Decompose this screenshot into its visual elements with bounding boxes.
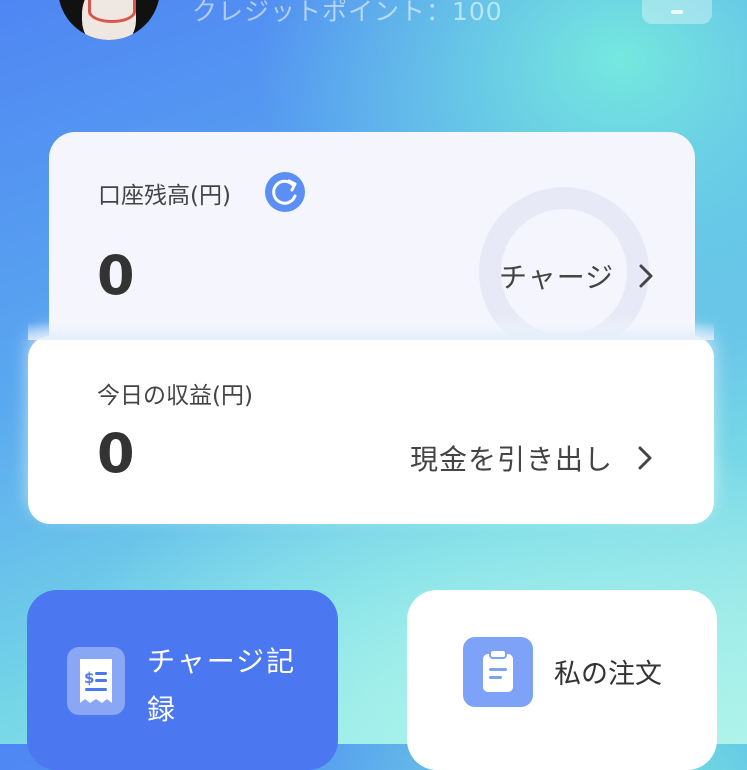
- earnings-value: 0: [97, 422, 135, 485]
- earnings-label: 今日の収益(円): [97, 383, 253, 409]
- menu-button[interactable]: [642, 0, 712, 24]
- withdraw-link-label: 現金を引き出し: [410, 443, 614, 476]
- balance-value: 0: [97, 244, 135, 307]
- receipt-icon: $: [67, 647, 125, 715]
- my-orders-label: 私の注文: [554, 659, 662, 690]
- withdraw-cash-link[interactable]: 現金を引き出し: [410, 438, 655, 478]
- charge-link[interactable]: チャージ: [499, 256, 656, 296]
- my-orders-tile[interactable]: 私の注文: [407, 590, 717, 770]
- menu-icon: [671, 10, 683, 14]
- balance-label: 口座残高(円): [98, 183, 231, 209]
- todays-earnings-card: 今日の収益(円) 0 現金を引き出し: [28, 322, 714, 524]
- credit-points: クレジットポイント：100: [192, 0, 503, 26]
- avatar[interactable]: [58, 0, 160, 40]
- chevron-right-icon: [639, 264, 653, 288]
- svg-text:$: $: [84, 669, 94, 687]
- charge-history-tile[interactable]: $ チャージ記録: [27, 590, 338, 770]
- charge-history-label: チャージ記録: [147, 645, 297, 726]
- charge-link-label: チャージ: [499, 261, 615, 294]
- clipboard-icon: [463, 637, 533, 707]
- chevron-right-icon: [638, 446, 652, 470]
- refresh-icon[interactable]: [265, 172, 305, 212]
- avatar-collar: [88, 0, 136, 23]
